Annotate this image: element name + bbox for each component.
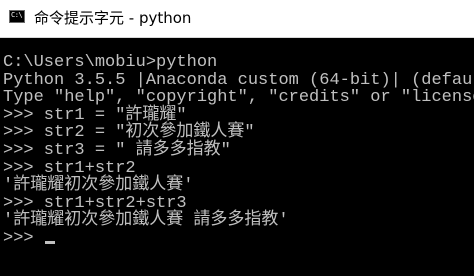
cmd-console-icon[interactable]: C:\ [9,10,25,23]
command-prompt-window: C:\ 命令提示字元 - python C:\Users\mobiu>pytho… [0,0,474,276]
text-cursor [44,240,55,244]
window-title: 命令提示字元 - python [34,9,192,27]
console-output-area[interactable]: C:\Users\mobiu>python Python 3.5.5 |Anac… [0,38,474,276]
console-line: >>> str1+str2+str3 [3,193,187,213]
console-prompt-line[interactable]: >>> [3,230,474,248]
console-line: Python 3.5.5 |Anaconda custom (64-bit)| … [3,70,474,90]
console-line: Type "help", "copyright", "credits" or "… [3,88,474,108]
console-line: '許瓏耀初次參加鐵人賽' [3,176,194,196]
console-line: >>> str2 = "初次參加鐵人賽" [3,123,255,143]
console-lines: C:\Users\mobiu>python Python 3.5.5 |Anac… [3,54,474,248]
console-line: C:\Users\mobiu>python [3,53,218,72]
title-bar[interactable]: C:\ 命令提示字元 - python [0,0,474,38]
console-line: >>> str3 = " 請多多指教" [3,140,231,160]
console-line: >>> str1+str2 [3,158,136,178]
prompt-text: >>> [3,228,44,248]
cmd-icon-glyph: C:\ [11,11,23,19]
console-line: '許瓏耀初次參加鐵人賽 請多多指教' [3,211,289,231]
console-line: >>> str1 = "許瓏耀" [3,105,187,125]
